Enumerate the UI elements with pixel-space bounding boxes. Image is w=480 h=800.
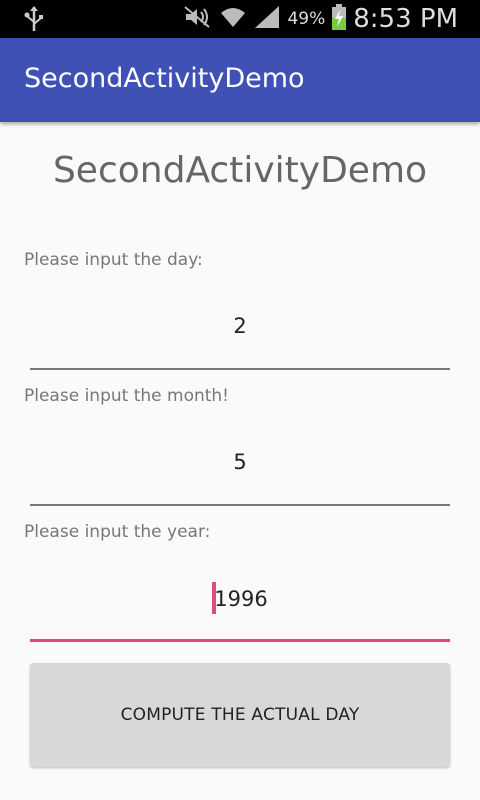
app-bar: SecondActivityDemo — [0, 38, 480, 122]
year-input[interactable]: 1996 — [30, 582, 450, 616]
day-input-value: 2 — [233, 314, 247, 338]
month-input-underline — [30, 504, 450, 506]
page-title: SecondActivityDemo — [52, 150, 428, 191]
year-input-underline — [30, 639, 450, 642]
usb-icon — [22, 4, 46, 38]
month-input-value: 5 — [233, 450, 247, 474]
year-input-value: 1996 — [214, 587, 268, 611]
month-label: Please input the month! — [24, 386, 229, 406]
mute-icon — [183, 5, 213, 33]
wifi-icon — [219, 5, 247, 33]
day-input-underline — [30, 368, 450, 370]
compute-button[interactable]: COMPUTE THE ACTUAL DAY — [30, 663, 450, 767]
clock: 8:53 PM — [353, 4, 458, 34]
status-bar: 49% 8:53 PM — [0, 0, 480, 38]
app-bar-title: SecondActivityDemo — [24, 63, 305, 94]
day-input[interactable]: 2 — [30, 314, 450, 338]
signal-icon — [253, 4, 281, 34]
battery-percent: 49% — [287, 9, 326, 29]
text-cursor — [212, 582, 217, 614]
compute-button-label: COMPUTE THE ACTUAL DAY — [120, 705, 360, 725]
battery-icon — [331, 3, 347, 35]
month-input[interactable]: 5 — [30, 450, 450, 474]
year-label: Please input the year: — [24, 522, 211, 542]
day-label: Please input the day: — [24, 250, 203, 270]
